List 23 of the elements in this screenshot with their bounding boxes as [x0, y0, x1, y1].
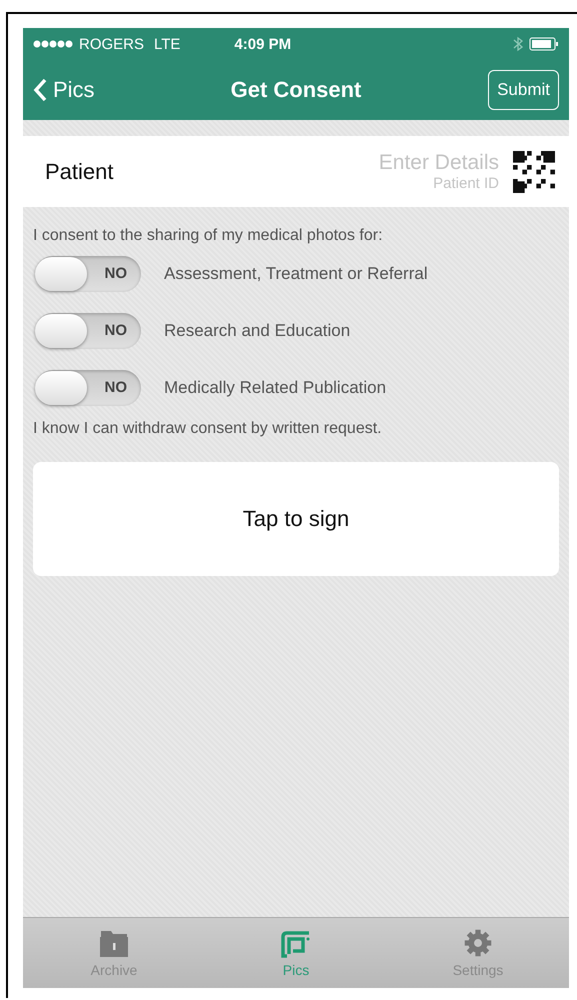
- battery-icon: [529, 37, 559, 51]
- signature-button[interactable]: Tap to sign: [33, 462, 559, 576]
- folder-icon: [97, 928, 131, 958]
- toggle-switch[interactable]: NO: [35, 312, 141, 348]
- settings-icon: [463, 928, 493, 958]
- signal-icon: [33, 40, 73, 48]
- chevron-left-icon: [33, 78, 47, 102]
- submit-button[interactable]: Submit: [488, 70, 559, 110]
- toggle-switch[interactable]: NO: [35, 256, 141, 292]
- withdraw-note: I know I can withdraw consent by written request.: [33, 420, 383, 438]
- carrier-name: ROGERS: [79, 36, 144, 52]
- back-button[interactable]: Pics: [33, 77, 95, 103]
- qr-code-icon[interactable]: [513, 150, 555, 192]
- toggle-switch[interactable]: NO: [35, 370, 141, 406]
- bluetooth-icon: [513, 36, 523, 52]
- consent-option-label: Medically Related Publication: [164, 378, 386, 398]
- network-type: LTE: [154, 36, 180, 52]
- consent-option-label: Assessment, Treatment or Referral: [164, 264, 428, 284]
- consent-intro: I consent to the sharing of my medical photos for:: [33, 227, 384, 245]
- status-time: 4:09 PM: [234, 36, 292, 52]
- consent-option-label: Research and Education: [164, 320, 350, 340]
- screen-title: Get Consent: [230, 77, 362, 102]
- patient-label: Patient: [45, 158, 114, 184]
